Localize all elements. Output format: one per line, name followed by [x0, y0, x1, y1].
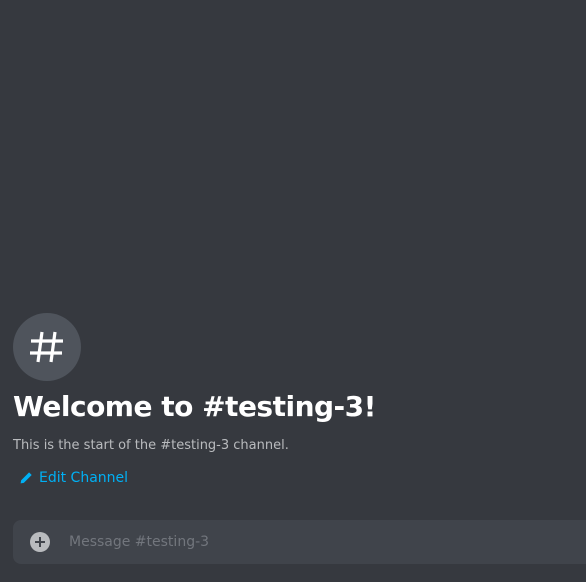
plus-circle-icon — [35, 537, 45, 547]
message-input[interactable] — [69, 528, 569, 556]
welcome-title: Welcome to #testing-3! — [13, 390, 376, 423]
pencil-icon — [20, 472, 32, 484]
edit-channel-label: Edit Channel — [39, 470, 129, 486]
edit-channel-button[interactable]: Edit Channel — [19, 470, 128, 486]
channel-avatar — [13, 313, 81, 381]
hashtag-icon — [30, 331, 63, 363]
chat-area: Welcome to #testing-3! This is the start… — [0, 0, 586, 582]
message-composer — [13, 520, 586, 564]
welcome-subtitle: This is the start of the #testing-3 chan… — [13, 438, 289, 453]
attach-button[interactable] — [30, 532, 50, 552]
